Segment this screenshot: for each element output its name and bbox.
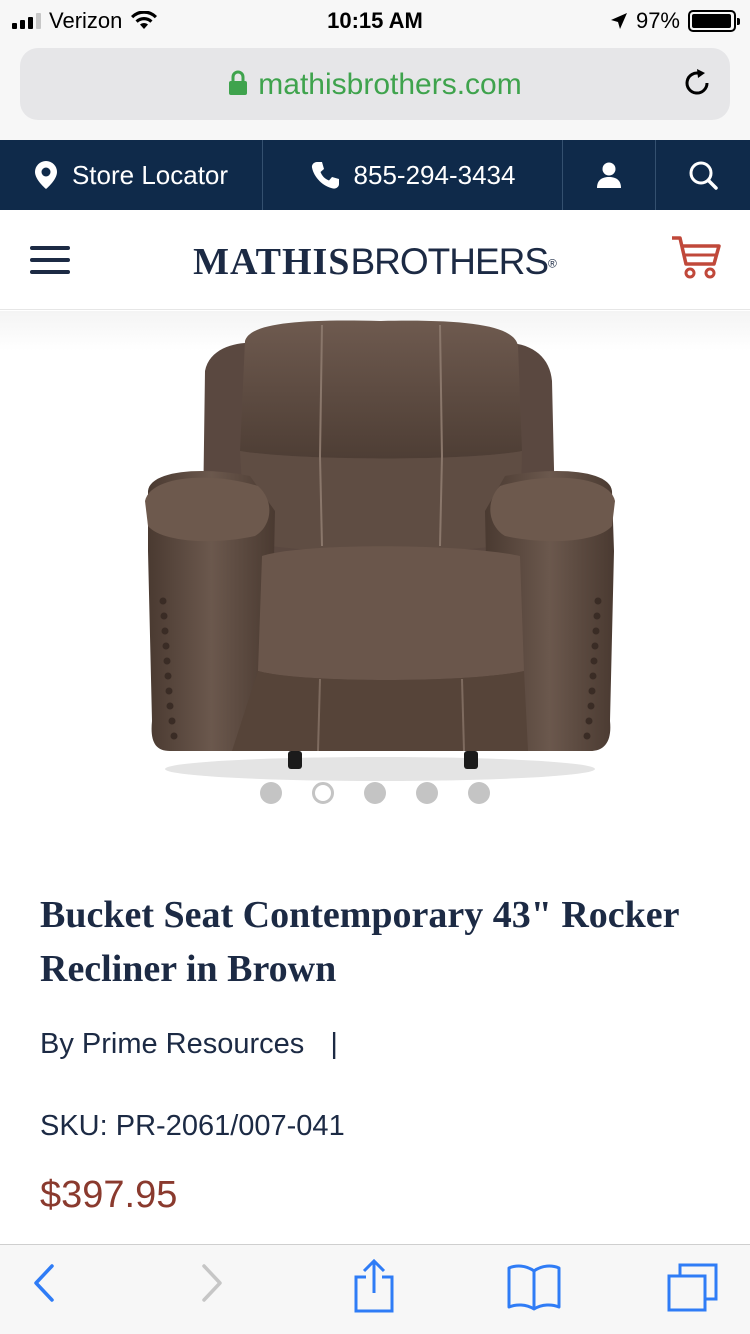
status-bar: Verizon 10:15 AM 97% [0, 0, 750, 40]
phone-link[interactable]: 855-294-3434 [263, 140, 563, 210]
sku-label: SKU: [40, 1110, 108, 1142]
search-icon [689, 161, 718, 190]
battery-percent: 97% [635, 8, 680, 33]
carousel-dot[interactable] [468, 782, 490, 804]
store-locator-label: Store Locator [71, 159, 229, 190]
brand-header: MATHISBROTHERS® [0, 210, 750, 310]
browser-url-area: mathisbrothers.com [0, 40, 750, 140]
brand-separator: | [330, 1028, 338, 1060]
search-button[interactable] [656, 140, 750, 210]
store-locator-link[interactable]: Store Locator [0, 140, 263, 210]
brand-link[interactable]: By Prime Resources [40, 1028, 304, 1060]
address-text-wrap[interactable]: mathisbrothers.com [20, 68, 730, 102]
status-right: 97% [610, 8, 740, 34]
account-button[interactable] [563, 140, 656, 210]
phone-number: 855-294-3434 [353, 159, 516, 190]
logo-registered-mark: ® [548, 256, 557, 271]
lock-icon [229, 70, 248, 96]
carousel-dot[interactable] [416, 782, 438, 804]
battery-icon [688, 10, 740, 32]
location-arrow-icon [610, 13, 627, 29]
share-icon[interactable] [352, 1259, 396, 1313]
reload-icon[interactable] [680, 66, 714, 100]
logo-light-text: BROTHERS [350, 241, 549, 282]
site-logo[interactable]: MATHISBROTHERS® [0, 240, 750, 284]
logo-bold-text: MATHIS [193, 241, 351, 283]
product-title: Bucket Seat Contemporary 43" Rocker Recl… [40, 894, 679, 990]
tabs-icon[interactable] [666, 1263, 720, 1313]
book-icon[interactable] [506, 1263, 562, 1311]
carousel-dots [0, 782, 750, 804]
product-price: $397.95 [40, 1174, 178, 1216]
carousel-dot[interactable] [260, 782, 282, 804]
chevron-left-icon[interactable] [32, 1263, 56, 1303]
battery-fill [692, 14, 731, 28]
url-text[interactable]: mathisbrothers.com [258, 68, 521, 101]
chevron-right-icon[interactable] [200, 1263, 224, 1303]
product-image-recliner[interactable] [0, 311, 750, 831]
user-icon [597, 162, 621, 188]
sku-value: PR-2061/007-041 [115, 1110, 345, 1142]
shopping-cart-icon[interactable] [670, 234, 722, 280]
top-utility-nav: Store Locator 855-294-3434 [0, 140, 750, 210]
sku-line: SKU: PR-2061/007-041 [40, 1110, 345, 1143]
address-bar[interactable]: mathisbrothers.com [20, 48, 730, 120]
product-image-area[interactable] [0, 311, 750, 831]
location-pin-icon [34, 161, 57, 189]
browser-toolbar [0, 1244, 750, 1334]
phone-icon [311, 162, 339, 189]
brand-line: By Prime Resources | [40, 1028, 338, 1061]
carousel-dot[interactable] [312, 782, 334, 804]
carousel-dot[interactable] [364, 782, 386, 804]
